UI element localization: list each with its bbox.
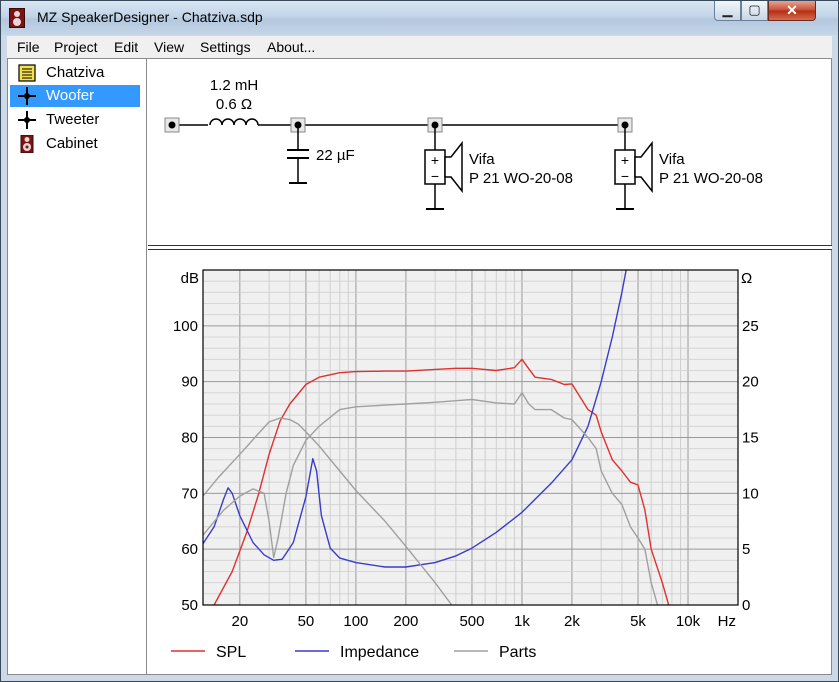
menu-edit[interactable]: Edit — [114, 39, 138, 55]
tree-item-tweeter[interactable]: Tweeter — [10, 109, 140, 131]
project-tree: Chatziva Woofer Tweeter Cabinet — [8, 59, 143, 674]
tree-item-label: Tweeter — [46, 111, 100, 128]
capacitor-symbol[interactable] — [287, 125, 309, 184]
minimize-button[interactable]: ▁ — [714, 1, 741, 21]
tree-item-cabinet[interactable]: Cabinet — [10, 133, 140, 155]
tree-item-woofer[interactable]: Woofer — [10, 85, 140, 107]
left-tick-label: 90 — [181, 374, 198, 391]
left-axis-unit: dB — [181, 270, 199, 287]
driver-2[interactable]: + − — [614, 117, 653, 210]
x-tick-label: 200 — [393, 613, 418, 630]
right-tick-label: 5 — [742, 541, 750, 558]
x-tick-label: 500 — [459, 613, 484, 630]
x-tick-label: 10k — [676, 613, 701, 630]
svg-text:−: − — [431, 168, 439, 184]
svg-text:−: − — [621, 168, 629, 184]
menu-bar: File Project Edit View Settings About... — [7, 36, 832, 58]
right-tick-label: 10 — [742, 485, 759, 502]
tree-item-chatziva[interactable]: Chatziva — [10, 62, 140, 84]
left-tick-label: 80 — [181, 430, 198, 447]
x-axis-unit: Hz — [718, 613, 736, 630]
cabinet-icon — [20, 135, 34, 153]
inductor-symbol[interactable] — [208, 113, 259, 127]
crossover-schematic: 1.2 mH 0.6 Ω 22 µF + − Vifa P 21 WO-20-0… — [164, 77, 763, 210]
maximize-icon: ▢ — [748, 2, 761, 17]
chart-legend: SPL Impedance Parts — [171, 644, 536, 661]
left-tick-label: 70 — [181, 485, 198, 502]
right-tick-label: 25 — [742, 318, 759, 335]
legend-label: Impedance — [340, 644, 419, 661]
driver-1[interactable]: + − — [424, 117, 463, 210]
window-title: MZ SpeakerDesigner - Chatziva.sdp — [37, 9, 263, 25]
driver2-brand: Vifa — [659, 151, 685, 168]
inductor-value: 1.2 mH — [210, 77, 258, 94]
legend-label: Parts — [499, 644, 536, 661]
menu-settings[interactable]: Settings — [200, 39, 251, 55]
frequency-response-chart: dB Ω 50 60 70 80 90 100 0 5 10 15 20 25 20 50 100 200 500 1… — [171, 269, 759, 661]
right-tick-label: 20 — [742, 374, 759, 391]
driver1-brand: Vifa — [469, 151, 495, 168]
tree-item-label: Chatziva — [46, 64, 105, 81]
legend-label: SPL — [216, 644, 246, 661]
tree-splitter[interactable] — [142, 59, 147, 674]
driver2-model: P 21 WO-20-08 — [659, 170, 763, 187]
client-area: Chatziva Woofer Tweeter Cabinet 1.2 mH 0… — [7, 58, 832, 675]
inductor-resistance: 0.6 Ω — [216, 96, 252, 113]
left-tick-label: 50 — [181, 597, 198, 614]
crossover-icon — [18, 87, 36, 105]
minimize-icon: ▁ — [722, 2, 733, 17]
close-icon: ✕ — [786, 2, 798, 18]
close-button[interactable]: ✕ — [768, 1, 816, 21]
app-window: MZ SpeakerDesigner - Chatziva.sdp ▁ ▢ ✕ … — [0, 0, 839, 682]
x-tick-label: 50 — [298, 613, 315, 630]
capacitor-value: 22 µF — [316, 147, 355, 164]
tree-item-label: Cabinet — [46, 135, 98, 152]
title-bar[interactable]: MZ SpeakerDesigner - Chatziva.sdp ▁ ▢ ✕ — [1, 1, 838, 35]
driver1-model: P 21 WO-20-08 — [469, 170, 573, 187]
maximize-button[interactable]: ▢ — [741, 1, 768, 21]
crossover-icon — [18, 111, 36, 129]
right-tick-label: 0 — [742, 597, 750, 614]
menu-project[interactable]: Project — [54, 39, 98, 55]
x-tick-label: 5k — [630, 613, 646, 630]
tree-item-label: Woofer — [46, 87, 95, 104]
svg-text:+: + — [431, 152, 439, 168]
svg-text:+: + — [621, 152, 629, 168]
project-icon — [18, 64, 36, 82]
menu-file[interactable]: File — [17, 39, 40, 55]
right-tick-label: 15 — [742, 430, 759, 447]
x-tick-label: 20 — [231, 613, 248, 630]
right-axis-unit: Ω — [741, 270, 752, 287]
left-tick-label: 60 — [181, 541, 198, 558]
x-tick-label: 1k — [514, 613, 530, 630]
menu-view[interactable]: View — [154, 39, 184, 55]
x-tick-label: 100 — [343, 613, 368, 630]
speaker-app-icon[interactable] — [9, 8, 25, 28]
x-tick-label: 2k — [564, 613, 580, 630]
menu-about[interactable]: About... — [267, 39, 315, 55]
left-tick-label: 100 — [173, 318, 198, 335]
panel-splitter[interactable] — [148, 245, 832, 250]
